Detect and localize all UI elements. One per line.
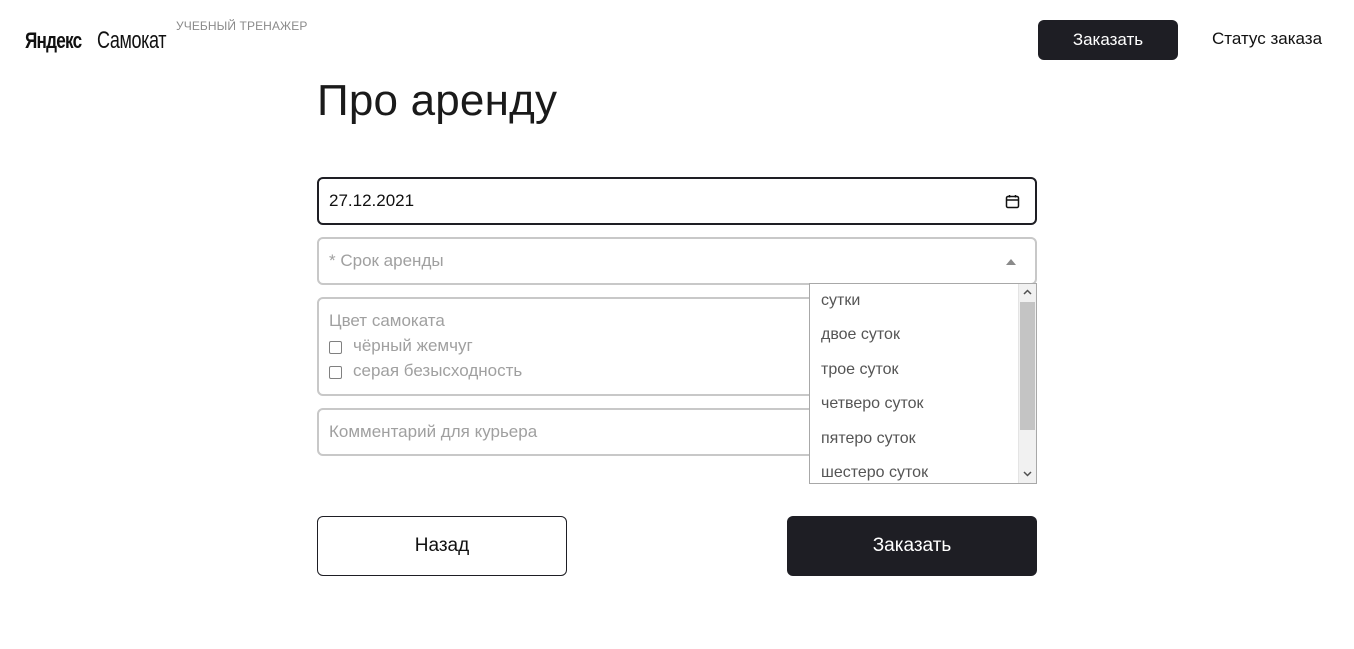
checkbox-black[interactable] [329,341,342,354]
submit-order-button[interactable]: Заказать [787,516,1037,576]
date-field[interactable]: 27.12.2021 [317,177,1037,225]
scroll-thumb[interactable] [1020,302,1035,430]
color-option-label: чёрный жемчуг [353,335,473,355]
dropdown-option-3-days[interactable]: трое суток [821,361,899,379]
logo-samokat-text: Самокат [97,27,167,54]
dropdown-option-6-days[interactable]: шестеро суток [821,464,928,482]
checkbox-grey[interactable] [329,366,342,379]
scroll-down-icon[interactable] [1019,466,1036,482]
calendar-icon[interactable] [1005,194,1020,209]
logo[interactable]: Яндекс Самокат [25,27,177,55]
color-option-label: серая безысходность [353,360,523,380]
rental-period-select[interactable]: * Срок аренды [317,237,1037,285]
logo-subtitle: УЧЕБНЫЙ ТРЕНАЖЕР [176,19,308,33]
dropdown-option-5-days[interactable]: пятеро суток [821,430,916,448]
order-status-button[interactable]: Статус заказа [1212,29,1322,49]
caret-up-icon [1006,259,1016,265]
dropdown-option-2-days[interactable]: двое суток [821,326,900,344]
dropdown-option-1-day[interactable]: сутки [821,292,860,310]
date-value: 27.12.2021 [329,191,415,210]
logo-yandex-text: Яндекс [25,28,82,53]
rental-period-placeholder: * Срок аренды [329,251,444,270]
dropdown-scrollbar[interactable] [1018,284,1036,483]
dropdown-option-4-days[interactable]: четверо суток [821,395,924,413]
back-button[interactable]: Назад [317,516,567,576]
header-order-button[interactable]: Заказать [1038,20,1178,60]
page-title: Про аренду [317,76,558,125]
rental-period-dropdown[interactable]: сутки двое суток трое суток четверо суто… [809,283,1037,484]
scroll-up-icon[interactable] [1019,284,1036,300]
courier-comment-placeholder: Комментарий для курьера [329,422,538,441]
